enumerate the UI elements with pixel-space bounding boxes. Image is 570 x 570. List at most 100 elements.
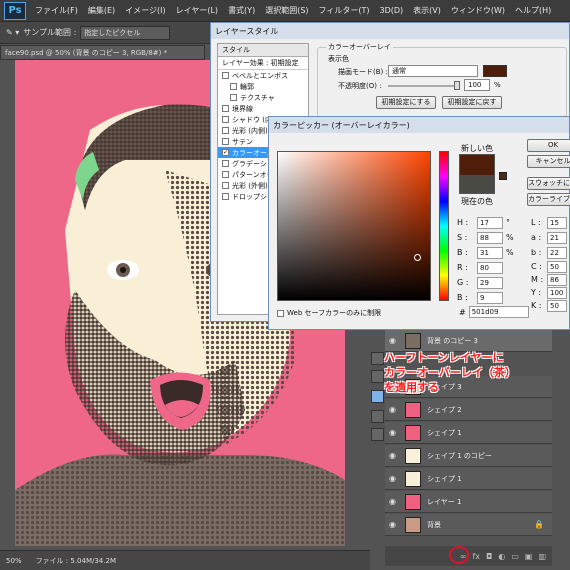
visibility-eye-icon[interactable]: ◉ xyxy=(389,518,401,532)
h-input[interactable]: 17 xyxy=(477,216,503,229)
menu-view[interactable]: 表示(V) xyxy=(408,5,446,16)
layer-name[interactable]: 背景 xyxy=(427,520,441,530)
visibility-eye-icon[interactable]: ◉ xyxy=(389,403,401,417)
g-input[interactable]: 29 xyxy=(477,276,503,289)
layer-row[interactable]: ◉ シェイプ 2 xyxy=(385,399,552,421)
opacity-slider[interactable] xyxy=(388,81,460,90)
fx-icon[interactable]: fx xyxy=(472,552,480,561)
color-tool-icon[interactable] xyxy=(371,390,384,403)
properties-tool-icon[interactable] xyxy=(371,428,384,441)
menu-edit[interactable]: 編集(E) xyxy=(83,5,120,16)
cancel-button[interactable]: キャンセル xyxy=(527,155,570,168)
y-input[interactable]: 100 xyxy=(547,286,567,299)
hand-tool-icon[interactable] xyxy=(371,352,384,365)
effect-contour[interactable]: 輪郭 xyxy=(218,81,308,92)
hue-slider[interactable] xyxy=(439,151,449,301)
checkbox[interactable] xyxy=(222,72,229,79)
m-input[interactable]: 86 xyxy=(547,273,567,286)
visibility-eye-icon[interactable]: ◉ xyxy=(389,426,401,440)
effect-bevel[interactable]: ベベルとエンボス xyxy=(218,70,308,81)
lab-b-input[interactable]: 22 xyxy=(547,246,567,259)
web-only-checkbox[interactable] xyxy=(277,309,284,317)
styles-header[interactable]: スタイル xyxy=(218,44,308,57)
layer-name[interactable]: 背景 のコピー 3 xyxy=(427,336,478,346)
paragraph-tool-icon[interactable] xyxy=(371,410,384,423)
checkbox[interactable] xyxy=(222,127,229,134)
ok-button[interactable]: OK xyxy=(527,139,570,152)
effect-stroke[interactable]: 境界線 xyxy=(218,103,308,114)
checkbox[interactable] xyxy=(222,171,229,178)
menu-filter[interactable]: フィルター(T) xyxy=(314,5,375,16)
folder-icon[interactable]: ▭ xyxy=(511,552,519,561)
layer-name[interactable]: シェイプ 1 xyxy=(427,474,462,484)
r-label: R : xyxy=(457,263,468,272)
layer-row[interactable]: ◉ 背景 🔒 xyxy=(385,514,552,536)
menu-3d[interactable]: 3D(D) xyxy=(375,6,409,15)
layer-row[interactable]: ◉ 背景 のコピー 3 xyxy=(385,330,552,352)
opacity-input[interactable]: 100 xyxy=(464,79,490,91)
color-cursor[interactable] xyxy=(414,254,421,261)
lab-a-input[interactable]: 21 xyxy=(547,231,567,244)
visibility-eye-icon[interactable]: ◉ xyxy=(389,495,401,509)
checkbox[interactable] xyxy=(222,193,229,200)
k-input[interactable]: 50 xyxy=(547,299,567,312)
effect-texture[interactable]: テクスチャ xyxy=(218,92,308,103)
blend-mode-select[interactable]: 通常 xyxy=(388,65,478,77)
trash-icon[interactable]: ▥ xyxy=(538,552,546,561)
add-swatch-button[interactable]: スウォッチに追加 xyxy=(527,177,570,190)
document-tab[interactable]: face90.psd @ 50% (背景 のコピー 3, RGB/8#) * xyxy=(0,45,205,60)
adjustment-icon[interactable]: ◐ xyxy=(498,552,505,561)
layer-row[interactable]: ◉ シェイプ 1 xyxy=(385,422,552,444)
sample-size-select[interactable]: 指定したピクセル xyxy=(80,25,171,40)
layers-tool-icon[interactable] xyxy=(371,370,384,383)
blue-input[interactable]: 9 xyxy=(477,291,503,304)
color-library-button[interactable]: カラーライブラリ xyxy=(527,193,570,206)
layer-name[interactable]: シェイプ 2 xyxy=(427,405,462,415)
menu-type[interactable]: 書式(Y) xyxy=(223,5,260,16)
visibility-eye-icon[interactable]: ◉ xyxy=(389,449,401,463)
preset-row[interactable]: レイヤー効果 : 初期設定 xyxy=(218,57,308,70)
layer-row[interactable]: ◉ レイヤー 1 xyxy=(385,491,552,513)
saturation-brightness-field[interactable] xyxy=(277,151,431,301)
checkbox[interactable] xyxy=(222,105,229,112)
checkbox[interactable] xyxy=(230,83,237,90)
menu-layer[interactable]: レイヤー(L) xyxy=(171,5,223,16)
lab-l-input[interactable]: 15 xyxy=(547,216,567,229)
web-only-option[interactable]: Web セーフカラーのみに制限 xyxy=(277,308,381,318)
visibility-eye-icon[interactable]: ◉ xyxy=(389,472,401,486)
layer-name[interactable]: シェイプ 1 xyxy=(427,428,462,438)
layer-name[interactable]: レイヤー 1 xyxy=(427,497,461,507)
make-default-button[interactable]: 初期設定にする xyxy=(376,96,436,109)
hex-input[interactable]: 501d09 xyxy=(468,306,529,318)
layer-name[interactable]: シェイプ 1 のコピー xyxy=(427,451,492,461)
brightness-input[interactable]: 31 xyxy=(477,246,503,259)
menu-window[interactable]: ウィンドウ(W) xyxy=(446,5,510,16)
gamut-warning-icon[interactable] xyxy=(499,172,507,180)
reset-default-button[interactable]: 初期設定に戻す xyxy=(442,96,502,109)
checkbox[interactable] xyxy=(222,138,229,145)
eyedropper-icon[interactable]: ✎ ▾ xyxy=(6,28,19,37)
opacity-slider-thumb[interactable] xyxy=(454,81,460,90)
layer-row[interactable]: ◉ シェイプ 1 xyxy=(385,468,552,490)
color-overlay-group: カラーオーバーレイ 表示色 描画モード(B) : 通常 不透明度(O) : 10… xyxy=(317,42,567,117)
zoom-level[interactable]: 50% xyxy=(6,557,22,565)
new-layer-icon[interactable]: ▣ xyxy=(525,552,533,561)
checkbox-checked[interactable]: ✓ xyxy=(222,149,229,156)
menu-help[interactable]: ヘルプ(H) xyxy=(510,5,556,16)
menu-select[interactable]: 選択範囲(S) xyxy=(260,5,313,16)
layer-row[interactable]: ◉ シェイプ 1 のコピー xyxy=(385,445,552,467)
checkbox[interactable] xyxy=(222,182,229,189)
checkbox[interactable] xyxy=(222,160,229,167)
current-color-swatch[interactable] xyxy=(460,175,494,193)
menu-file[interactable]: ファイル(F) xyxy=(30,5,83,16)
s-input[interactable]: 88 xyxy=(477,231,503,244)
checkbox[interactable] xyxy=(230,94,237,101)
checkbox[interactable] xyxy=(222,116,229,123)
menu-image[interactable]: イメージ(I) xyxy=(120,5,170,16)
mask-icon[interactable]: ◘ xyxy=(486,552,492,561)
overlay-color-swatch[interactable] xyxy=(483,65,507,77)
r-input[interactable]: 80 xyxy=(477,261,503,274)
c-label: C : xyxy=(531,262,542,271)
visibility-eye-icon[interactable]: ◉ xyxy=(389,334,401,348)
c-input[interactable]: 50 xyxy=(547,260,567,273)
